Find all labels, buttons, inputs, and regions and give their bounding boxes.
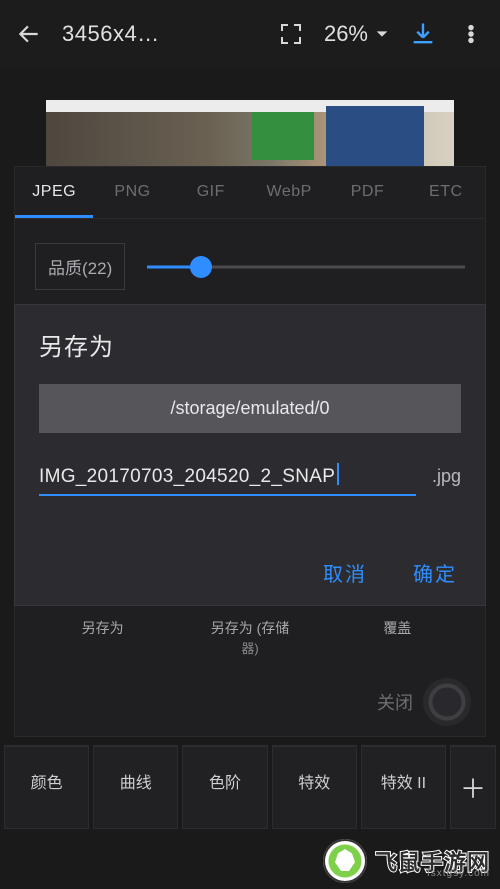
save-options-row: 另存为 另存为 (存储 器) 覆盖 bbox=[15, 618, 485, 657]
site-watermark: 飞鼠手游网 fsxtgsy.com bbox=[323, 839, 490, 883]
zoom-dropdown[interactable]: 26% bbox=[324, 21, 390, 47]
fab-placeholder[interactable] bbox=[423, 678, 471, 726]
quality-value-box[interactable]: 品质(22) bbox=[35, 243, 125, 290]
fullscreen-icon[interactable] bbox=[276, 19, 306, 49]
tab-gif[interactable]: GIF bbox=[172, 167, 250, 218]
app-topbar: 3456x4… 26% bbox=[0, 0, 500, 68]
download-icon[interactable] bbox=[408, 19, 438, 49]
tab-pdf[interactable]: PDF bbox=[328, 167, 406, 218]
image-dimensions: 3456x4… bbox=[62, 21, 160, 47]
ok-button[interactable]: 确定 bbox=[413, 558, 457, 587]
filename-input[interactable]: IMG_20170703_204520_2_SNAP bbox=[39, 463, 416, 496]
tool-effects[interactable]: 特效 bbox=[272, 746, 357, 829]
tool-color[interactable]: 颜色 bbox=[4, 746, 89, 829]
tab-webp[interactable]: WebP bbox=[250, 167, 328, 218]
option-save-as[interactable]: 另存为 bbox=[29, 618, 176, 657]
option-overwrite[interactable]: 覆盖 bbox=[324, 618, 471, 657]
format-tabs: JPEG PNG GIF WebP PDF ETC bbox=[15, 167, 485, 219]
tool-levels[interactable]: 色阶 bbox=[182, 746, 267, 829]
cancel-button[interactable]: 取消 bbox=[323, 558, 367, 587]
tool-more-icon[interactable]: ＋ bbox=[450, 746, 496, 829]
tool-curves[interactable]: 曲线 bbox=[93, 746, 178, 829]
canvas-preview bbox=[46, 100, 454, 166]
file-extension: .jpg bbox=[422, 466, 461, 487]
quality-slider[interactable] bbox=[147, 253, 465, 281]
bottom-toolstrip: 颜色 曲线 色阶 特效 特效 II ＋ bbox=[0, 746, 500, 829]
quality-row: 品质(22) bbox=[15, 219, 485, 308]
save-path-button[interactable]: /storage/emulated/0 bbox=[39, 384, 461, 433]
close-panel-button[interactable]: 关闭 bbox=[377, 689, 413, 715]
back-icon[interactable] bbox=[14, 19, 44, 49]
tool-effects2[interactable]: 特效 II bbox=[361, 746, 446, 829]
tab-jpeg[interactable]: JPEG bbox=[15, 167, 93, 218]
tab-png[interactable]: PNG bbox=[93, 167, 171, 218]
text-cursor bbox=[337, 463, 339, 485]
overflow-menu-icon[interactable] bbox=[456, 19, 486, 49]
watermark-logo-icon bbox=[323, 839, 367, 883]
watermark-domain: fsxtgsy.com bbox=[427, 868, 490, 879]
option-save-storage[interactable]: 另存为 (存储 器) bbox=[176, 618, 323, 657]
chevron-down-icon bbox=[374, 26, 390, 42]
tab-etc[interactable]: ETC bbox=[407, 167, 485, 218]
dialog-title: 另存为 bbox=[39, 327, 461, 362]
save-as-dialog: 另存为 /storage/emulated/0 IMG_20170703_204… bbox=[14, 304, 486, 606]
zoom-value: 26% bbox=[324, 21, 368, 47]
